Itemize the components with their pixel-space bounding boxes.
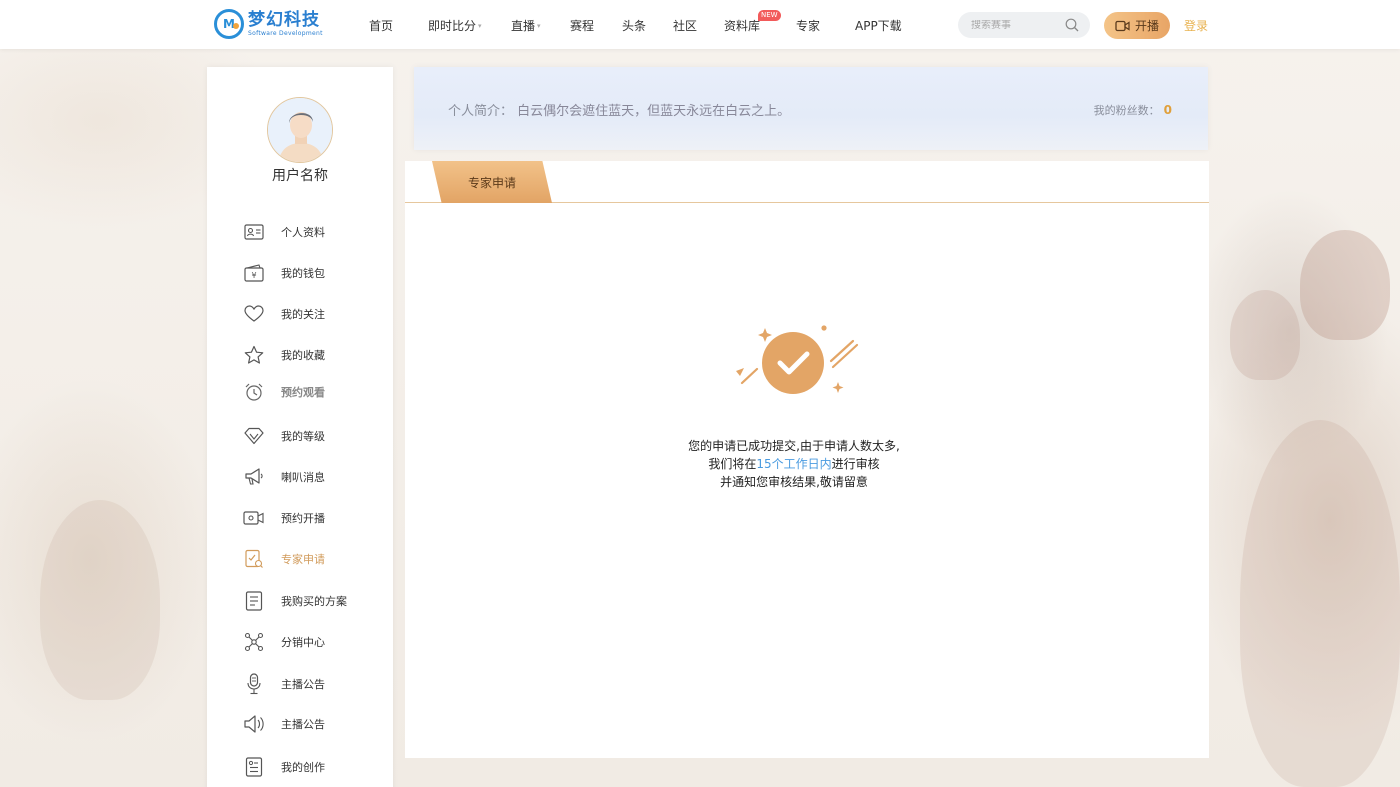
creation-icon xyxy=(243,756,265,778)
chevron-down-icon: ▾ xyxy=(478,22,482,30)
sidebar-item-expert-apply[interactable]: 专家申请 xyxy=(243,548,325,570)
logo-mark-icon: M xyxy=(214,9,244,39)
sidebar-item-purchased-plans[interactable]: 我购买的方案 xyxy=(243,590,347,612)
sidebar-item-label: 专家申请 xyxy=(281,553,325,566)
user-avatar-icon xyxy=(268,98,332,162)
sidebar-item-label: 我的钱包 xyxy=(281,267,325,280)
avatar[interactable] xyxy=(267,97,333,163)
sidebar-item-anchor-notice-2[interactable]: 主播公告 xyxy=(243,713,325,735)
nav-item-app-download[interactable]: APP下载 xyxy=(855,17,902,34)
fans-number: 0 xyxy=(1163,103,1172,117)
network-icon xyxy=(243,631,265,653)
new-badge: NEW xyxy=(758,10,781,21)
fans-count: 我的粉丝数： 0 xyxy=(1094,102,1172,118)
heart-icon xyxy=(243,303,265,325)
svg-text:¥: ¥ xyxy=(251,271,256,280)
message-line-1: 您的申请已成功提交,由于申请人数太多, xyxy=(688,439,900,453)
tab-expert-apply[interactable]: 专家申请 xyxy=(432,161,552,203)
nav-item-live[interactable]: 直播 ▾ xyxy=(511,17,541,34)
sidebar-item-label: 个人资料 xyxy=(281,226,325,239)
nav-item-home[interactable]: 首页 xyxy=(369,17,393,34)
sidebar-item-label: 我的创作 xyxy=(281,761,325,774)
nav-item-experts[interactable]: 专家 xyxy=(796,17,820,34)
username: 用户名称 xyxy=(272,168,328,184)
diamond-icon xyxy=(243,425,265,447)
message-line-3: 并通知您审核结果,敬请留意 xyxy=(720,475,868,489)
logo-subtitle: Software Development xyxy=(248,29,323,37)
id-card-icon xyxy=(243,221,265,243)
sidebar-item-label: 我购买的方案 xyxy=(281,595,347,608)
search-icon[interactable] xyxy=(1065,18,1079,32)
background-player-figure xyxy=(1230,290,1300,380)
sidebar-item-distribution-center[interactable]: 分销中心 xyxy=(243,631,325,653)
sidebar-item-reservations[interactable]: 预约观看 xyxy=(243,381,325,403)
sidebar-item-anchor-notice[interactable]: 主播公告 xyxy=(243,673,325,695)
profile-intro-banner: 个人简介： 白云偶尔会遮住蓝天，但蓝天永远在白云之上。 我的粉丝数： 0 xyxy=(414,67,1208,150)
loudspeaker-icon xyxy=(243,713,265,735)
sidebar-item-label: 分销中心 xyxy=(281,636,325,649)
chevron-down-icon: ▾ xyxy=(537,22,541,30)
sidebar-item-label: 预约开播 xyxy=(281,512,325,525)
sidebar-item-label: 我的收藏 xyxy=(281,349,325,362)
sidebar-item-profile[interactable]: 个人资料 xyxy=(243,221,325,243)
background-player-figure xyxy=(40,500,160,700)
expert-apply-icon xyxy=(243,548,265,570)
review-period-highlight: 15个工作日内 xyxy=(756,457,832,471)
user-sidebar: 用户名称 个人资料 ¥ 我的钱包 我的关注 我的收藏 预约观看 我的等级 喇叭消… xyxy=(207,67,393,787)
sidebar-item-label: 我的关注 xyxy=(281,308,325,321)
sidebar-item-label: 预约观看 xyxy=(281,386,325,399)
top-navbar: M 梦幻科技 Software Development 首页 即时比分 ▾ 直播 ▾… xyxy=(0,0,1400,49)
sidebar-item-label: 主播公告 xyxy=(281,678,325,691)
nav-item-headlines[interactable]: 头条 xyxy=(622,17,646,34)
intro-label: 个人简介： xyxy=(448,104,514,119)
nav-item-schedule[interactable]: 赛程 xyxy=(570,17,594,34)
video-camera-icon xyxy=(243,507,265,529)
microphone-icon xyxy=(243,673,265,695)
wallet-icon: ¥ xyxy=(243,262,265,284)
search-box xyxy=(958,12,1090,38)
video-camera-icon xyxy=(1115,20,1130,31)
sidebar-item-label: 我的等级 xyxy=(281,430,325,443)
fans-label: 我的粉丝数： xyxy=(1093,104,1160,117)
sidebar-item-scheduled-live[interactable]: 预约开播 xyxy=(243,507,325,529)
sidebar-item-favorites[interactable]: 我的收藏 xyxy=(243,344,325,366)
sidebar-item-wallet[interactable]: ¥ 我的钱包 xyxy=(243,262,325,284)
alarm-clock-icon xyxy=(243,381,265,403)
background-player-figure xyxy=(1300,230,1390,340)
sidebar-item-horn-messages[interactable]: 喇叭消息 xyxy=(243,466,325,488)
document-icon xyxy=(243,590,265,612)
nav-item-community[interactable]: 社区 xyxy=(673,17,697,34)
success-check-icon xyxy=(736,325,859,394)
start-live-button[interactable]: 开播 xyxy=(1104,12,1170,39)
sidebar-item-my-creations[interactable]: 我的创作 xyxy=(243,756,325,778)
nav-item-database[interactable]: 资料库 NEW xyxy=(724,10,781,34)
sidebar-item-label: 主播公告 xyxy=(281,718,325,731)
logo[interactable]: M 梦幻科技 Software Development xyxy=(214,9,323,39)
application-status-message: 您的申请已成功提交,由于申请人数太多, 我们将在15个工作日内进行审核 并通知您… xyxy=(405,437,1183,491)
background-player-figure xyxy=(1240,420,1400,787)
logo-title: 梦幻科技 xyxy=(248,9,320,30)
login-link[interactable]: 登录 xyxy=(1184,17,1208,34)
profile-intro: 个人简介： 白云偶尔会遮住蓝天，但蓝天永远在白云之上。 xyxy=(448,100,790,119)
megaphone-icon xyxy=(243,466,265,488)
star-icon xyxy=(243,344,265,366)
message-line-2: 我们将在15个工作日内进行审核 xyxy=(708,457,880,471)
nav-item-live-score[interactable]: 即时比分 ▾ xyxy=(428,17,482,34)
sidebar-item-level[interactable]: 我的等级 xyxy=(243,425,325,447)
search-input[interactable] xyxy=(971,19,1067,31)
intro-text: 白云偶尔会遮住蓝天，但蓝天永远在白云之上。 xyxy=(517,104,791,119)
expert-application-panel: 专家申请 您的申请已成功提交,由于申请人数太多, 我们将在15个工作日内进行审核… xyxy=(405,161,1209,758)
sidebar-item-label: 喇叭消息 xyxy=(281,471,325,484)
sidebar-item-following[interactable]: 我的关注 xyxy=(243,303,325,325)
